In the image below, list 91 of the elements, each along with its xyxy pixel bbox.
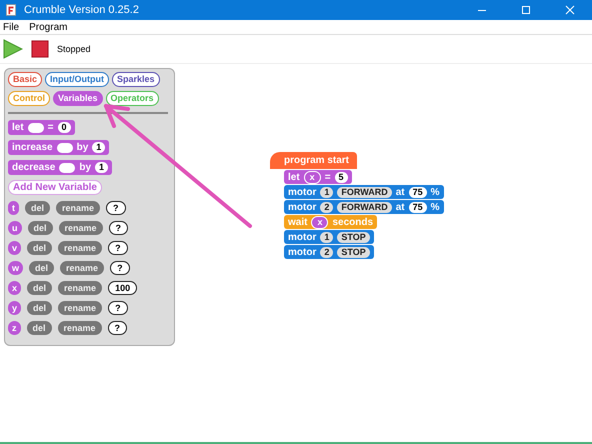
maximize-icon[interactable] [521, 5, 531, 15]
dropdown-field[interactable]: 2 [320, 246, 334, 258]
code-block[interactable]: motor 1 FORWARD at 75 % [284, 185, 444, 199]
code-block[interactable]: let = 0 [8, 120, 75, 135]
menu-item[interactable]: Program [29, 22, 68, 32]
variable-value: ? [110, 261, 130, 275]
variable-value: 100 [108, 281, 138, 295]
variable-reporter[interactable]: x [311, 216, 328, 228]
dropdown-field[interactable]: FORWARD [337, 202, 392, 212]
code-block[interactable]: motor 2 FORWARD at 75 % [284, 200, 444, 214]
delete-button[interactable]: del [27, 301, 52, 315]
app-icon [6, 4, 16, 16]
variable-block[interactable]: w [8, 261, 24, 275]
value-field[interactable]: 1 [95, 162, 108, 173]
variable-value: ? [108, 301, 128, 315]
delete-button[interactable]: del [26, 321, 52, 335]
delete-button[interactable]: del [27, 241, 52, 255]
block-label: % [430, 202, 440, 212]
variable-block[interactable]: u [8, 221, 22, 235]
value-field[interactable]: 75 [408, 186, 427, 198]
close-icon[interactable] [565, 5, 575, 15]
dropdown-field[interactable]: 1 [320, 186, 334, 198]
block-label: at [396, 186, 405, 198]
status-text: Stopped [57, 44, 91, 54]
program-start-block[interactable]: program start [270, 152, 358, 169]
rename-button[interactable]: rename [60, 261, 104, 275]
dropdown-field[interactable]: STOP [337, 246, 370, 258]
block-label: by [79, 162, 92, 173]
play-icon[interactable] [3, 39, 23, 59]
code-block[interactable]: let x = 5 [284, 170, 352, 184]
empty-slot[interactable] [28, 122, 44, 132]
rename-button[interactable]: rename [58, 321, 102, 335]
category-tab[interactable]: Operators [106, 91, 159, 106]
block-label: let [12, 122, 24, 133]
delete-button[interactable]: del [29, 261, 54, 275]
variable-value: ? [108, 321, 128, 335]
rename-button[interactable]: rename [58, 221, 103, 235]
variable-value: ? [108, 241, 128, 255]
value-field[interactable]: 0 [58, 122, 71, 133]
block-label: by [76, 142, 88, 153]
empty-slot[interactable] [59, 162, 76, 172]
window-title: Crumble Version 0.25.2 [24, 4, 139, 16]
rename-button[interactable]: rename [58, 241, 102, 255]
value-field[interactable]: 5 [334, 172, 348, 182]
dropdown-field[interactable]: FORWARD [337, 186, 392, 198]
block-label: decrease [12, 162, 56, 173]
delete-button[interactable]: del [27, 281, 52, 295]
category-tab[interactable]: Input/Output [45, 72, 110, 87]
block-label: wait [288, 216, 308, 228]
menu-item[interactable]: File [3, 22, 20, 32]
delete-button[interactable]: del [25, 201, 50, 215]
variable-block[interactable]: x [8, 281, 22, 295]
block-label: % [430, 186, 440, 198]
variable-value: ? [108, 221, 128, 235]
value-field[interactable]: 75 [408, 202, 427, 212]
block-label: at [396, 202, 405, 212]
block-label: = [48, 122, 54, 133]
variable-reporter[interactable]: x [304, 170, 321, 184]
dropdown-field[interactable]: 1 [320, 232, 334, 242]
rename-button[interactable]: rename [58, 281, 102, 295]
block-label: motor [288, 232, 316, 242]
category-tab[interactable]: Sparkles [112, 72, 160, 87]
code-block[interactable]: increase by 1 [8, 140, 110, 155]
rename-button[interactable]: rename [56, 201, 100, 215]
block-label: seconds [332, 216, 374, 228]
code-block[interactable]: wait x seconds [284, 215, 378, 229]
dropdown-field[interactable]: STOP [337, 232, 370, 242]
variable-block[interactable]: v [8, 241, 22, 255]
code-block[interactable]: motor 1 STOP [284, 230, 374, 244]
block-label: motor [288, 202, 316, 212]
empty-slot[interactable] [56, 142, 73, 152]
category-tab[interactable]: Basic [8, 72, 42, 87]
value-field[interactable]: 1 [92, 142, 106, 153]
block-label: increase [12, 142, 53, 153]
dropdown-field[interactable]: 2 [320, 202, 334, 212]
add-variable-button[interactable]: Add New Variable [8, 180, 102, 195]
category-tab[interactable]: Control [8, 91, 50, 106]
block-label: motor [288, 186, 316, 198]
variable-block[interactable]: t [8, 201, 19, 215]
block-label: motor [288, 246, 316, 258]
code-block[interactable]: decrease by 1 [8, 160, 112, 175]
code-block[interactable]: motor 2 STOP [284, 245, 374, 259]
block-label: let [288, 172, 300, 182]
variable-value: ? [106, 201, 126, 215]
variable-block[interactable]: y [8, 301, 22, 315]
rename-button[interactable]: rename [58, 301, 102, 315]
delete-button[interactable]: del [28, 221, 53, 235]
stop-icon[interactable] [31, 40, 49, 58]
variable-block[interactable]: z [8, 321, 20, 335]
category-tab[interactable]: Variables [53, 91, 103, 106]
block-label: = [324, 172, 331, 182]
